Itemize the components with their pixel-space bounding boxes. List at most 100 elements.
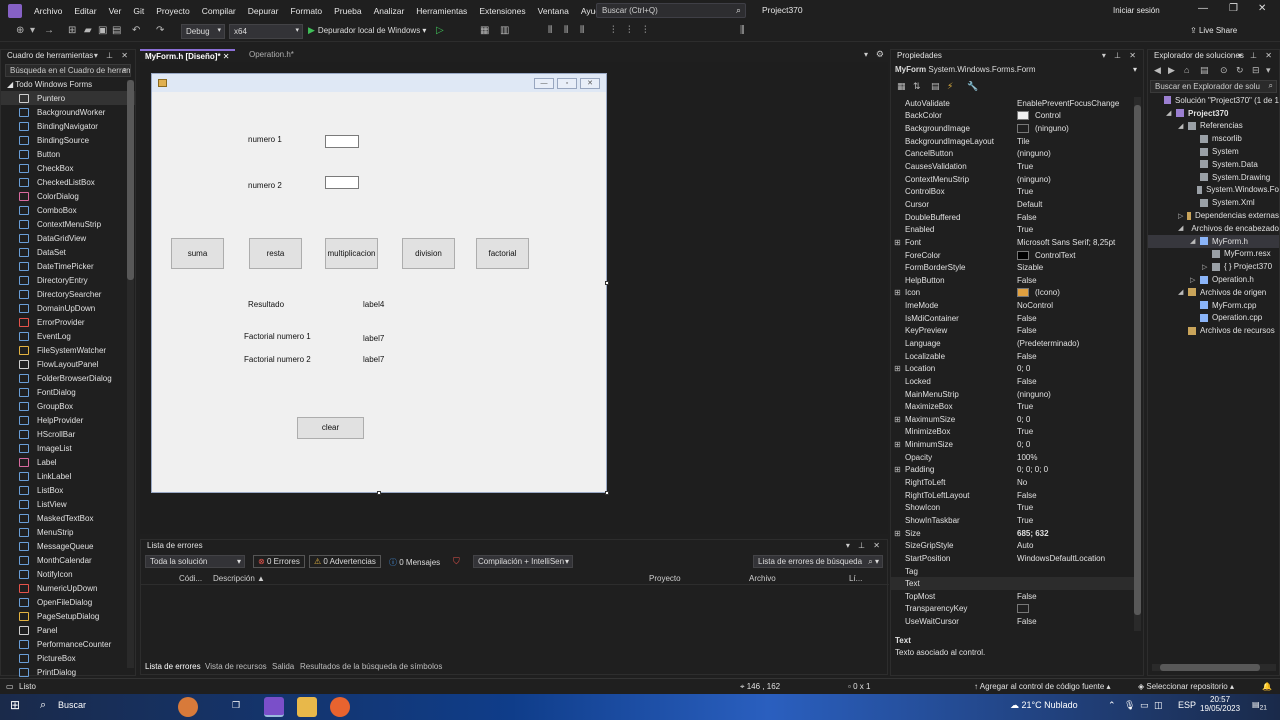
label-numero2[interactable]: numero 2 — [248, 181, 282, 190]
toolbox-item-folderbrowserdialog[interactable]: FolderBrowserDialog — [1, 371, 135, 385]
sync-icon[interactable]: ↻ — [1236, 65, 1244, 76]
toolbox-item-filesystemwatcher[interactable]: FileSystemWatcher — [1, 343, 135, 357]
label-factorial-numero2[interactable]: Factorial numero 2 — [244, 355, 311, 364]
forward-icon[interactable]: → — [44, 25, 54, 36]
solution-item[interactable]: Archivos de recursos — [1148, 324, 1279, 337]
property-enabled[interactable]: Enabled True — [891, 223, 1135, 236]
solution-item[interactable]: ◢ Referencias — [1148, 120, 1279, 133]
toolbox-item-domainupdown[interactable]: DomainUpDown — [1, 301, 135, 315]
expand-arrow-icon[interactable]: ▷ — [1190, 276, 1196, 284]
property-showicon[interactable]: ShowIcon True — [891, 502, 1135, 515]
toolbox-item-button[interactable]: Button — [1, 147, 135, 161]
scope-dropdown[interactable]: Toda la solución ▾ — [145, 555, 245, 568]
property-value[interactable]: False — [1017, 213, 1037, 222]
collapse-icon[interactable]: ⊟ — [1252, 65, 1260, 76]
expand-arrow-icon[interactable]: ◢ — [1190, 237, 1196, 245]
property-autovalidate[interactable]: AutoValidate EnablePreventFocusChange — [891, 97, 1135, 110]
property-value[interactable]: True — [1017, 162, 1033, 171]
build-filter-dropdown[interactable]: Compilación + IntelliSen ▾ — [473, 555, 573, 568]
column-project[interactable]: Proyecto — [649, 574, 681, 583]
menu-analizar[interactable]: Analizar — [368, 6, 411, 16]
property-helpbutton[interactable]: HelpButton False — [891, 274, 1135, 287]
start-without-debugging-icon[interactable]: ▷ — [436, 25, 444, 36]
property-value[interactable]: Auto — [1017, 541, 1033, 550]
property-righttoleftlayout[interactable]: RightToLeftLayout False — [891, 489, 1135, 502]
property-value[interactable]: (ninguno) — [1017, 124, 1069, 134]
filter-icon[interactable]: ⛉ — [453, 556, 460, 567]
property-minimizebox[interactable]: MinimizeBox True — [891, 426, 1135, 439]
column-file[interactable]: Archivo — [749, 574, 776, 583]
property-value[interactable]: False — [1017, 617, 1037, 626]
property-value[interactable]: Microsoft Sans Serif; 8,25pt — [1017, 238, 1115, 247]
toolbox-item-flowlayoutpanel[interactable]: FlowLayoutPanel — [1, 357, 135, 371]
live-share-button[interactable]: ⇪ Live Share — [1190, 26, 1237, 35]
toolbox-scrollbar[interactable] — [127, 80, 134, 668]
property-value[interactable]: 100% — [1017, 453, 1037, 462]
toolbox-item-dataset[interactable]: DataSet — [1, 245, 135, 259]
solution-item[interactable]: System.Drawing — [1148, 171, 1279, 184]
property-usewaitcursor[interactable]: UseWaitCursor False — [891, 615, 1135, 628]
back-icon[interactable]: ◀ — [1154, 65, 1161, 76]
property-value[interactable]: Tile — [1017, 137, 1030, 146]
toolbox-item-directorysearcher[interactable]: DirectorySearcher — [1, 287, 135, 301]
object-selector[interactable]: MyForm System.Windows.Forms.Form ▾ — [895, 65, 1139, 78]
expand-arrow-icon[interactable]: ▷ — [1178, 212, 1183, 220]
dropdown-icon[interactable]: ▾ — [30, 25, 35, 36]
visual-studio-taskbar-icon[interactable] — [264, 697, 284, 717]
solution-search-input[interactable]: Buscar en Explorador de solu ⌕ — [1150, 80, 1277, 93]
notification-center[interactable]: ▤21 — [1252, 700, 1267, 712]
solution-item[interactable]: MyForm.cpp — [1148, 299, 1279, 312]
toolbox-item-datagridview[interactable]: DataGridView — [1, 231, 135, 245]
home-icon[interactable]: ⌂ — [1184, 65, 1189, 75]
search-highlight-image[interactable] — [178, 697, 198, 717]
undo-icon[interactable]: ↶ — [132, 25, 140, 36]
label7-first[interactable]: label7 — [363, 334, 384, 343]
property-mainmenustrip[interactable]: MainMenuStrip (ninguno) — [891, 388, 1135, 401]
designed-form[interactable]: — ▫ ✕ numero 1 numero 2 suma resta multi… — [151, 73, 607, 493]
solution-item[interactable]: ◢ Project370 — [1148, 107, 1279, 120]
resize-handle-bottom[interactable] — [377, 491, 381, 495]
property-value[interactable]: False — [1017, 377, 1037, 386]
property-contextmenustrip[interactable]: ContextMenuStrip (ninguno) — [891, 173, 1135, 186]
redo-icon[interactable]: ↷ — [156, 25, 164, 36]
property-text[interactable]: Text — [891, 577, 1135, 590]
property-icon[interactable]: ⊞ Icon (Icono) — [891, 287, 1135, 300]
division-button[interactable]: division — [402, 238, 455, 269]
toolbox-item-pagesetupdialog[interactable]: PageSetupDialog — [1, 609, 135, 623]
toolbox-item-fontdialog[interactable]: FontDialog — [1, 385, 135, 399]
expand-icon[interactable]: ⊞ — [894, 440, 901, 449]
toolbox-item-backgroundworker[interactable]: BackgroundWorker — [1, 105, 135, 119]
property-padding[interactable]: ⊞ Padding 0; 0; 0; 0 — [891, 464, 1135, 477]
property-value[interactable]: (Icono) — [1017, 288, 1060, 298]
toolbox-item-listbox[interactable]: ListBox — [1, 483, 135, 497]
microphone-icon[interactable]: 🎙 — [1124, 700, 1135, 711]
property-value[interactable]: True — [1017, 516, 1033, 525]
expand-arrow-icon[interactable]: ◢ — [1178, 288, 1184, 296]
source-control-button[interactable]: ↑ Agregar al control de código fuente ▴ — [974, 682, 1111, 691]
property-value[interactable]: True — [1017, 402, 1033, 411]
solution-item[interactable]: ◢ Archivos de encabezado — [1148, 222, 1279, 235]
tray-chevron-icon[interactable]: ⌃ — [1108, 700, 1116, 711]
property-value[interactable]: True — [1017, 427, 1033, 436]
toolbox-item-colordialog[interactable]: ColorDialog — [1, 189, 135, 203]
align-center-icon[interactable]: ⫴ — [564, 25, 568, 36]
toolbox-item-menustrip[interactable]: MenuStrip — [1, 525, 135, 539]
clock[interactable]: 20:57 19/05/2023 — [1200, 695, 1240, 713]
panel-controls[interactable]: ▾ ⊥ ✕ — [1238, 51, 1275, 60]
column-line[interactable]: Lí... — [849, 574, 862, 583]
panel-controls[interactable]: ▾ ⊥ ✕ — [846, 541, 883, 550]
property-transparencykey[interactable]: TransparencyKey — [891, 603, 1135, 616]
forward-icon[interactable]: ▶ — [1168, 65, 1175, 76]
solution-item[interactable]: ▷ Operation.h — [1148, 273, 1279, 286]
align-top-icon[interactable]: ⫶ — [612, 25, 615, 36]
toolbox-item-groupbox[interactable]: GroupBox — [1, 399, 135, 413]
solution-item[interactable]: System.Windows.Fo — [1148, 184, 1279, 197]
property-value[interactable]: 0; 0 — [1017, 440, 1030, 449]
property-righttoleft[interactable]: RightToLeft No — [891, 476, 1135, 489]
property-causesvalidation[interactable]: CausesValidation True — [891, 160, 1135, 173]
gear-icon[interactable]: ⚙ — [876, 49, 884, 60]
properties-icon[interactable]: ▤ — [931, 81, 940, 92]
property-value[interactable]: Sizable — [1017, 263, 1043, 272]
toolbox-item-maskedtextbox[interactable]: MaskedTextBox — [1, 511, 135, 525]
align-bottom-icon[interactable]: ⫶ — [644, 25, 647, 36]
